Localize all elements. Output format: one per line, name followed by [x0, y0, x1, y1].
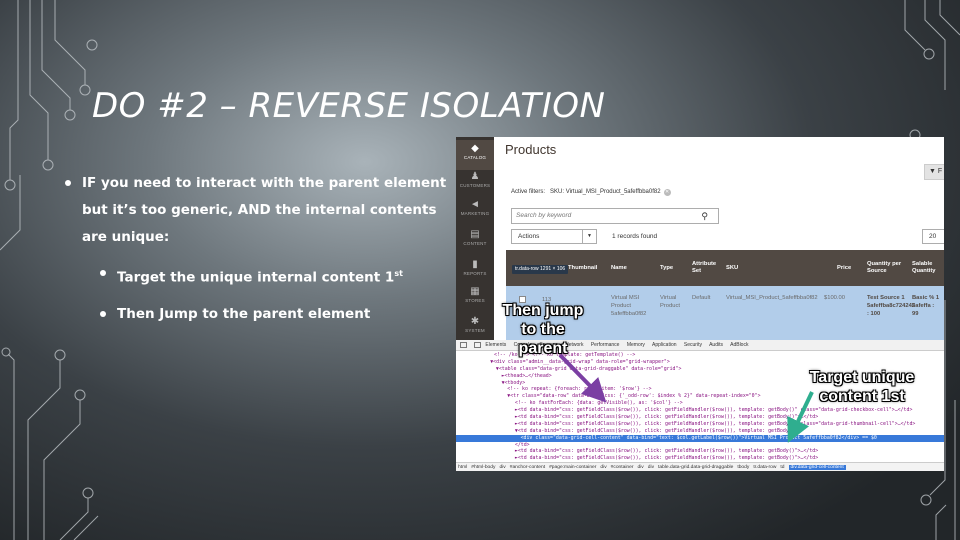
filters-button[interactable]: ▼ F: [924, 164, 944, 180]
tab-adblock[interactable]: AdBlock: [730, 342, 748, 348]
nav-system[interactable]: ✱ SYSTEM: [456, 313, 494, 343]
sub-bullet-1-superscript: st: [394, 269, 403, 278]
active-filters-label: Active filters:: [511, 189, 546, 195]
dom-breadcrumb: html #html-body div #anchor-content #page:ma…: [456, 462, 944, 471]
per-page-select[interactable]: 20: [922, 229, 944, 244]
records-count: 1 records found: [612, 233, 658, 240]
dom-node-line[interactable]: ►<td data-bind="css: getFieldClass($row(…: [456, 407, 944, 414]
marketing-icon: ◄: [470, 199, 480, 210]
tab-performance[interactable]: Performance: [591, 342, 620, 348]
breadcrumb-item[interactable]: #container: [611, 465, 634, 470]
callout-right-line: content 1st: [819, 388, 905, 405]
cell-qty-per-source: Test Source 1 5afeffba8c724242 : 100: [867, 295, 916, 317]
sub-bullet-1: Target the unique internal content 1st: [62, 260, 462, 292]
column-header-name[interactable]: Name: [611, 250, 627, 286]
breadcrumb-item[interactable]: html: [458, 465, 467, 470]
tab-application[interactable]: Application: [652, 342, 676, 348]
slide-title: DO #2 – REVERSE ISOLATION: [92, 86, 606, 126]
dom-node-line[interactable]: ►<td data-bind="css: getFieldClass($row(…: [456, 421, 944, 428]
nav-catalog[interactable]: ◆ CATALOG: [456, 140, 494, 170]
cell-salable-qty: Basic % 1 5afeffa : 99: [912, 295, 940, 317]
main-bullet: IF you need to interact with the parent …: [62, 170, 462, 251]
dom-node-line[interactable]: <div class="data-grid-cell-content" data…: [456, 434, 944, 442]
dom-node-line[interactable]: ▼<div class="admin__data-grid-wrap" data…: [456, 359, 944, 366]
breadcrumb-item[interactable]: div: [648, 465, 654, 470]
breadcrumb-item[interactable]: div: [600, 465, 606, 470]
bullet-list: IF you need to interact with the parent …: [62, 170, 462, 328]
chevron-down-icon: ▼: [582, 230, 596, 243]
callout-left-line: Then jump: [502, 302, 584, 319]
cell-type: Virtual Product: [660, 295, 680, 309]
actions-label: Actions: [518, 233, 540, 240]
callout-right-line: Target unique: [809, 369, 915, 386]
cell-name: Virtual MSI Product 5afeffbba0f82: [611, 295, 647, 317]
system-icon: ✱: [470, 316, 480, 327]
nav-label: MARKETING: [460, 211, 490, 216]
reports-icon: ▮: [472, 259, 478, 270]
breadcrumb-item[interactable]: table.data-grid.data-grid-draggable: [658, 465, 733, 470]
stores-icon: ▦: [470, 286, 480, 297]
column-header-attribute-set[interactable]: Attribute Set: [692, 250, 716, 286]
device-toolbar-icon[interactable]: [474, 342, 481, 348]
active-filter-value: SKU: Virtual_MSI_Product_5afeffbba0f82: [550, 189, 661, 195]
breadcrumb-item[interactable]: #page:main-container: [549, 465, 596, 470]
tab-memory[interactable]: Memory: [627, 342, 645, 348]
breadcrumb-item[interactable]: #anchor-content: [510, 465, 545, 470]
breadcrumb-item[interactable]: div: [499, 465, 505, 470]
dom-node-line[interactable]: ►<td data-bind="css: getFieldClass($row(…: [456, 448, 944, 455]
breadcrumb-item[interactable]: td: [780, 465, 784, 470]
breadcrumb-item[interactable]: tr.data-row: [753, 465, 776, 470]
inspect-icon[interactable]: [460, 342, 467, 348]
active-filters: Active filters: SKU: Virtual_MSI_Product…: [511, 189, 671, 196]
nav-label: CONTENT: [463, 241, 487, 246]
filters-button-label: F: [937, 168, 943, 175]
callout-left-line: parent: [518, 340, 568, 357]
column-header-qty-per-source[interactable]: Quantity per Source: [867, 250, 907, 286]
nav-stores[interactable]: ▦ STORES: [456, 283, 494, 313]
nav-label: REPORTS: [463, 271, 487, 276]
nav-label: CATALOG: [463, 155, 487, 160]
nav-marketing[interactable]: ◄ MARKETING: [456, 196, 494, 226]
search-placeholder: Search by keyword: [516, 212, 572, 219]
search-icon[interactable]: ⚲: [701, 209, 708, 223]
dom-node-line[interactable]: </td>: [456, 442, 944, 449]
content-icon: ▤: [470, 229, 480, 240]
nav-label: CUSTOMERS: [459, 183, 491, 188]
breadcrumb-item[interactable]: #html-body: [471, 465, 495, 470]
keyword-search-input[interactable]: Search by keyword ⚲: [511, 208, 719, 224]
breadcrumb-item[interactable]: tbody: [737, 465, 749, 470]
column-header-thumbnail[interactable]: Thumbnail: [568, 250, 597, 286]
sub-bullet-1-text: Target the unique internal content 1: [117, 269, 395, 286]
callout-target-unique: Target unique content 1st: [797, 368, 927, 406]
nav-label: STORES: [465, 298, 485, 303]
cell-attribute-set: Default: [692, 295, 711, 301]
nav-content[interactable]: ▤ CONTENT: [456, 226, 494, 256]
nav-label: SYSTEM: [465, 328, 485, 333]
dom-node-line[interactable]: ►<td data-bind="css: getFieldClass($row(…: [456, 414, 944, 421]
tab-security[interactable]: Security: [684, 342, 702, 348]
admin-sidebar: ◆ CATALOG ♟ CUSTOMERS ◄ MARKETING ▤ CONTENT …: [456, 137, 494, 340]
actions-dropdown[interactable]: Actions ▼: [511, 229, 597, 244]
breadcrumb-item[interactable]: div.data-grid-cell-content: [788, 465, 846, 470]
element-inspector-tooltip: tr.data-row 1291 × 106: [512, 265, 569, 274]
tab-audits[interactable]: Audits: [709, 342, 723, 348]
callout-left-line: to the: [521, 321, 565, 338]
nav-customers[interactable]: ♟ CUSTOMERS: [456, 168, 494, 198]
cell-price: $100.00: [824, 295, 845, 301]
page-title: Products: [505, 142, 557, 157]
sub-bullet-2: Then Jump to the parent element: [62, 301, 462, 328]
remove-filter-icon[interactable]: ✕: [663, 189, 671, 196]
column-header-price[interactable]: Price: [837, 250, 851, 286]
column-header-salable-qty[interactable]: Salable Quantity: [912, 250, 942, 286]
nav-reports[interactable]: ▮ REPORTS: [456, 256, 494, 286]
breadcrumb-item[interactable]: div: [638, 465, 644, 470]
catalog-icon: ◆: [471, 143, 479, 154]
cell-sku: Virtual_MSI_Product_5afeffbba0f82: [726, 295, 818, 301]
callout-then-jump: Then jump to the parent: [492, 301, 594, 358]
dom-node-line[interactable]: ▼<td data-bind="css: getFieldClass($row(…: [456, 428, 944, 435]
grid-header: ID Thumbnail Name Type Attribute Set SKU…: [506, 250, 944, 286]
column-header-type[interactable]: Type: [660, 250, 673, 286]
customers-icon: ♟: [470, 171, 480, 182]
column-header-sku[interactable]: SKU: [726, 250, 738, 286]
